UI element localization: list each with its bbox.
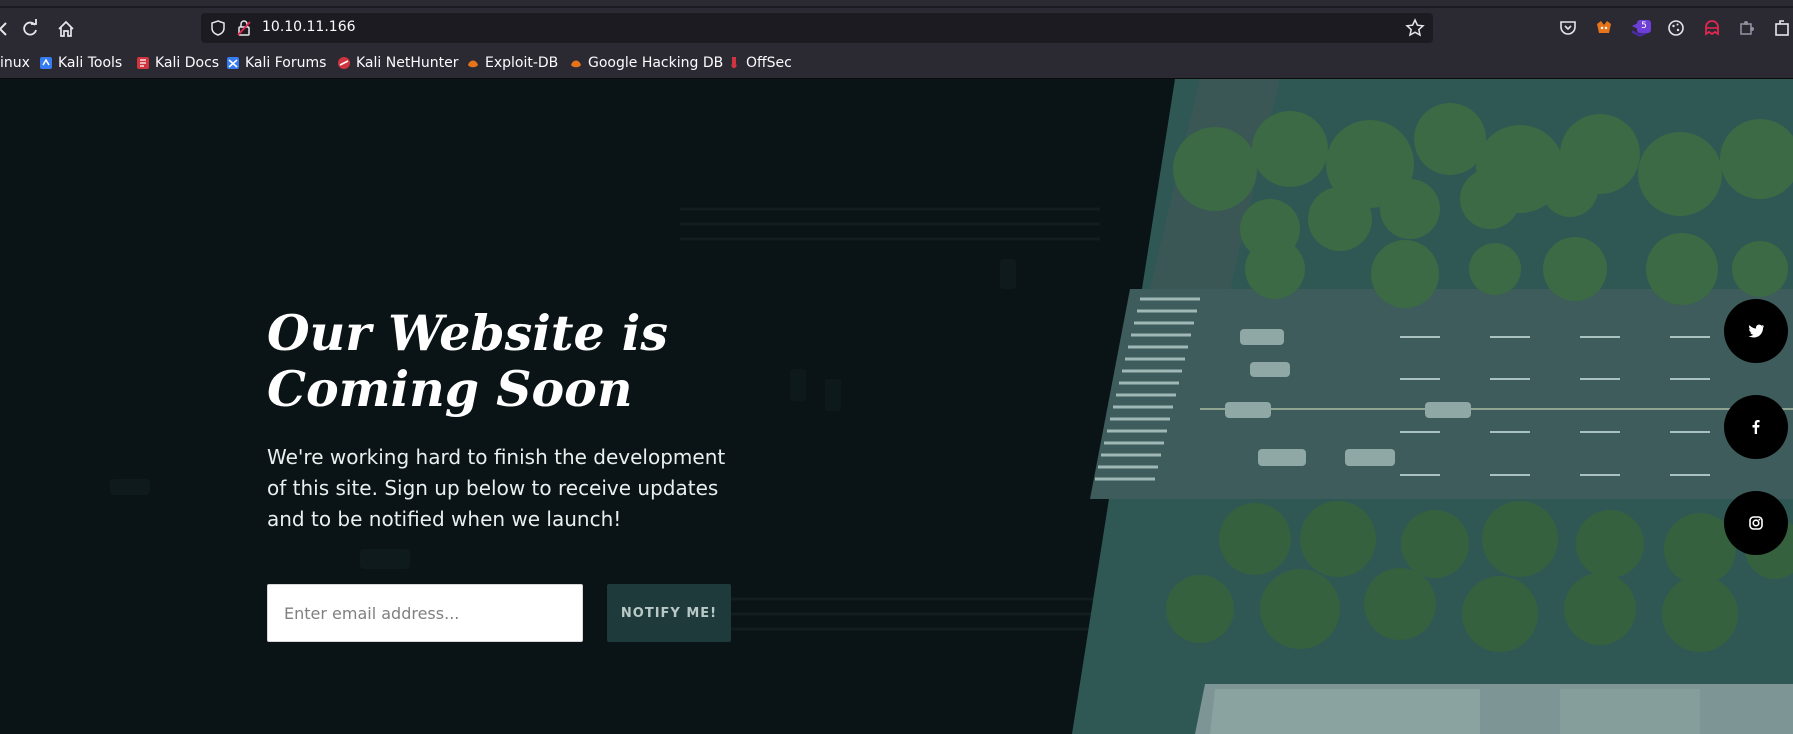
bookmark-label: Exploit-DB — [485, 55, 559, 71]
bookmark-kali-tools[interactable]: Kali Tools — [39, 54, 122, 72]
bookmark-kali-forums[interactable]: Kali Forums — [226, 54, 326, 72]
home-icon[interactable] — [55, 18, 77, 40]
hero-title: Our Website is Coming Soon — [267, 305, 827, 417]
bookmark-kali-linux[interactable]: inux — [0, 54, 30, 72]
overflow-menu-icon[interactable] — [1772, 18, 1792, 38]
tab-strip — [0, 0, 1793, 8]
bookmarks-toolbar: inux Kali Tools Kali Docs Kali Forums Ka… — [0, 46, 1793, 79]
bookmark-label: Google Hacking DB — [588, 55, 724, 71]
web-page: Our Website is Coming Soon We're working… — [0, 79, 1793, 734]
kali-tools-icon — [40, 57, 52, 69]
bookmark-label: inux — [0, 55, 30, 71]
hero-description: We're working hard to finish the develop… — [267, 445, 726, 531]
pocket-icon[interactable] — [1558, 18, 1578, 38]
facebook-icon — [1752, 420, 1760, 434]
kali-docs-icon — [137, 57, 149, 69]
kali-forums-icon — [227, 57, 239, 69]
hero-title-line2: Coming Soon — [267, 360, 633, 418]
bookmark-google-hacking-db[interactable]: Google Hacking DB — [569, 54, 723, 72]
hero-title-line1: Our Website is — [267, 304, 668, 362]
reload-icon[interactable] — [19, 18, 41, 40]
bookmark-label: Kali Tools — [58, 55, 123, 71]
bookmark-label: OffSec — [746, 55, 792, 71]
extensions-puzzle-icon[interactable] — [1737, 18, 1757, 38]
twitter-icon — [1748, 324, 1764, 338]
ghost-extension-icon[interactable] — [1702, 18, 1722, 38]
nethunter-icon — [338, 57, 350, 69]
bookmark-label: Kali Forums — [245, 55, 327, 71]
facebook-link[interactable] — [1724, 395, 1788, 459]
tab-strip-bar — [0, 0, 1793, 6]
url-text[interactable]: 10.10.11.166 — [262, 19, 356, 35]
bookmark-kali-nethunter[interactable]: Kali NetHunter — [337, 54, 458, 72]
instagram-link[interactable] — [1724, 491, 1788, 555]
instagram-icon — [1749, 516, 1763, 530]
notify-me-button[interactable]: NOTIFY ME! — [607, 584, 731, 642]
tracking-shield-icon[interactable] — [209, 19, 227, 37]
bookmark-star-icon[interactable] — [1405, 18, 1425, 38]
bookmark-label: Kali NetHunter — [356, 55, 459, 71]
insecure-lock-icon[interactable] — [235, 19, 253, 37]
bookmark-exploit-db[interactable]: Exploit-DB — [466, 54, 558, 72]
bookmark-label: Kali Docs — [155, 55, 220, 71]
exploit-db-icon — [468, 60, 478, 68]
ghdb-icon — [571, 60, 581, 68]
offsec-icon — [731, 57, 737, 68]
extension-badge: 5 — [1637, 20, 1651, 33]
address-bar[interactable]: 10.10.11.166 — [201, 13, 1433, 43]
foxyproxy-icon[interactable] — [1594, 18, 1614, 38]
bookmark-kali-docs[interactable]: Kali Docs — [136, 54, 219, 72]
navigation-toolbar: 10.10.11.166 5 — [0, 8, 1793, 46]
email-input[interactable] — [267, 584, 583, 642]
cookie-icon[interactable] — [1666, 18, 1686, 38]
back-icon[interactable] — [0, 18, 14, 40]
twitter-link[interactable] — [1724, 299, 1788, 363]
bookmark-offsec[interactable]: OffSec — [727, 54, 792, 72]
